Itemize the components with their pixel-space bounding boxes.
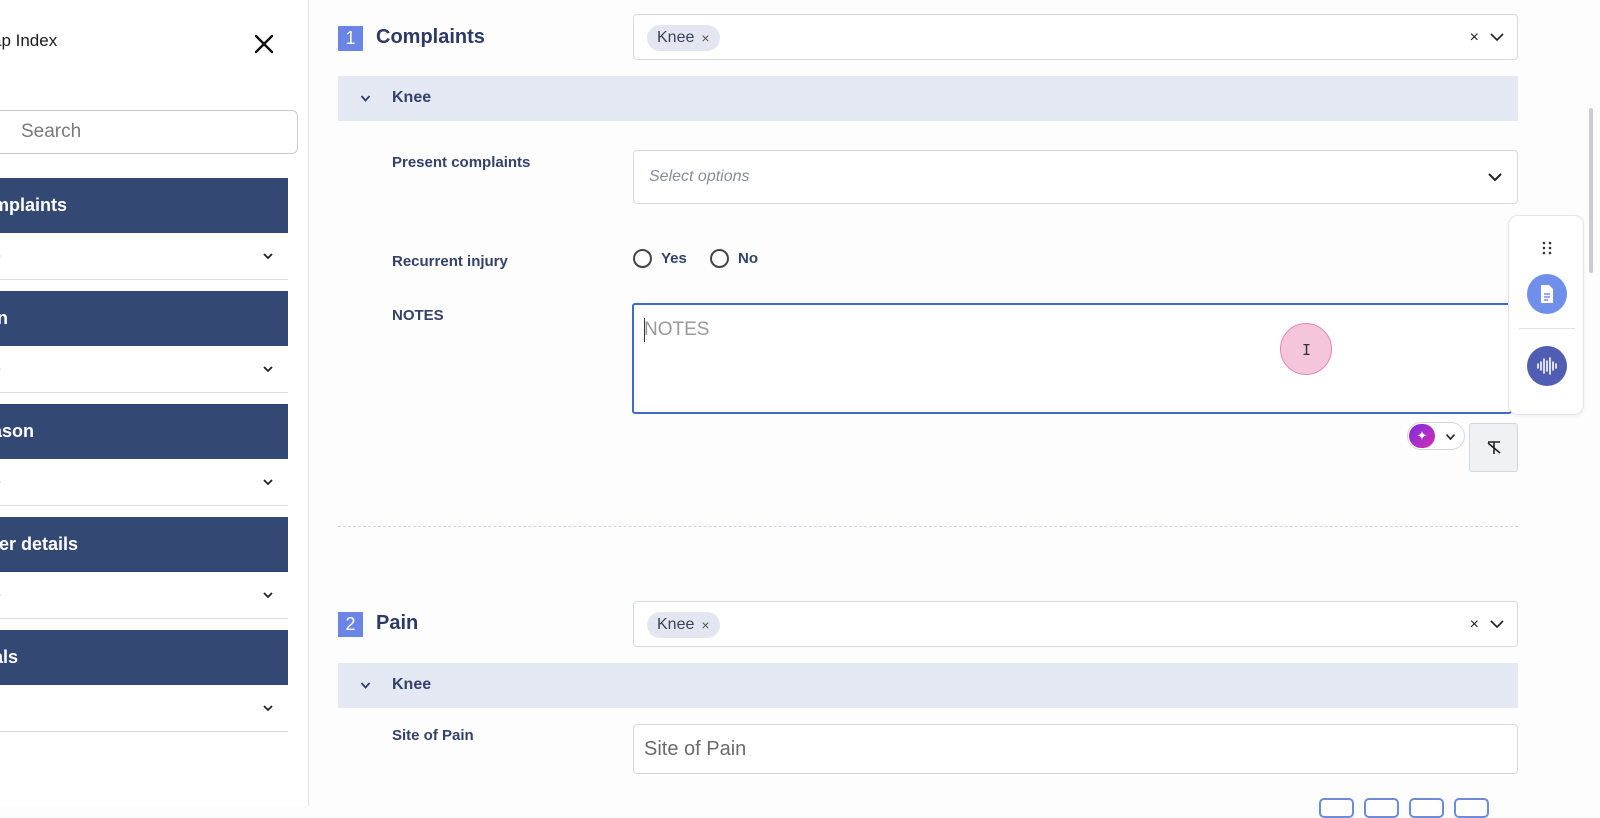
chevron-down-icon [263,253,273,260]
recurrent-injury-yes-radio[interactable]: Yes [633,249,687,268]
audio-waveform-icon [1537,357,1557,375]
chip-label: Knee [657,616,695,633]
sidebar-section-other-details[interactable]: ther details [0,517,288,572]
section-title-pain: Pain [376,612,419,634]
toolbar-divider [1519,328,1575,329]
chevron-down-icon[interactable] [1489,618,1505,630]
toolbar-mini-button[interactable] [1454,798,1489,818]
chevron-down-icon [263,705,273,712]
sidebar-section-reason[interactable]: eason [0,404,288,459]
clear-selection-icon[interactable]: × [1470,616,1479,634]
chevron-down-icon[interactable] [1489,31,1505,43]
chip-remove-icon[interactable]: × [701,617,709,633]
section-title-complaints: Complaints [376,26,485,48]
document-button[interactable] [1527,274,1567,314]
ibeam-cursor-icon: I [1302,341,1312,359]
sidebar-section-label: omplaints [0,195,68,215]
ai-assist-dropdown[interactable]: ✦ [1407,422,1465,450]
toolbar-mini-button[interactable] [1364,798,1399,818]
sparkle-icon: ✦ [1409,424,1435,448]
chevron-down-icon [1488,173,1502,182]
sidebar-section-label: ther details [0,534,79,554]
present-complaints-label: Present complaints [392,154,531,171]
present-complaints-select[interactable]: Select options [633,150,1518,204]
selected-chip-knee[interactable]: Knee × [647,612,720,638]
complaints-multiselect[interactable]: Knee × × [633,14,1518,60]
sidebar-section-label: oals [0,647,19,667]
sidebar-section-label: ain [0,308,8,329]
toolbar-mini-button[interactable] [1409,798,1444,818]
recurrent-injury-label: Recurrent injury [392,253,508,270]
selected-chip-knee[interactable]: Knee × [647,25,720,51]
sidebar-search-input[interactable] [0,110,298,154]
site-of-pain-label: Site of Pain [392,727,474,744]
notes-label: NOTES [392,307,444,324]
chevron-down-icon [263,366,273,373]
sidebar-item-other-details-knee[interactable]: ee [0,572,288,619]
sidebar-section-label: eason [0,421,35,441]
floating-action-toolbar [1508,215,1584,415]
pain-multiselect[interactable]: Knee × × [633,601,1518,647]
radio-circle[interactable] [633,249,652,268]
mouse-cursor-highlight: I [1280,323,1332,375]
section-number-badge: 1 [338,26,363,51]
sidebar-item-pain-knee[interactable]: ee [0,346,288,393]
chevron-down-icon [360,682,371,689]
sidebar-item-label: ee [0,472,1,492]
sidebar-title: ap Index [0,31,58,50]
clear-selection-icon[interactable]: × [1470,29,1479,47]
radio-circle[interactable] [710,249,729,268]
drag-handle-icon[interactable] [1539,240,1555,256]
group-label: Knee [392,676,432,693]
select-placeholder: Select options [649,168,750,185]
group-header-knee[interactable]: Knee [338,663,1518,708]
sidebar-item-label: ee [0,246,1,266]
vertical-scrollbar[interactable] [1589,108,1593,273]
close-icon[interactable] [252,32,276,56]
main-form: 1 Complaints Knee × × Knee Present compl… [310,0,1600,818]
radio-label: No [738,250,758,267]
sidebar-section-goals[interactable]: oals [0,630,288,685]
chevron-down-icon [1445,433,1456,441]
sidebar-item-reason-knee[interactable]: ee [0,459,288,506]
site-of-pain-input[interactable] [633,724,1518,774]
chip-remove-icon[interactable]: × [701,30,709,46]
sidebar-item-complaints-knee[interactable]: ee [0,233,288,280]
group-label: Knee [392,89,432,106]
radio-label: Yes [661,250,687,267]
group-header-knee[interactable]: Knee [338,76,1518,121]
sidebar-item-label: ee [0,359,1,379]
chevron-down-icon [263,479,273,486]
notes-textarea[interactable] [632,303,1512,414]
chip-label: Knee [657,29,695,46]
document-icon [1541,285,1553,303]
chevron-down-icon [263,592,273,599]
text-caret [644,318,645,342]
sidebar-item-goals[interactable] [0,685,288,732]
voice-dictation-button[interactable] [1527,346,1567,386]
chevron-down-icon [360,95,371,102]
toolbar-mini-button[interactable] [1319,798,1354,818]
recurrent-injury-no-radio[interactable]: No [710,249,758,268]
section-number-badge: 2 [338,612,363,637]
sidebar-section-complaints[interactable]: omplaints [0,178,288,233]
clear-format-icon [1486,440,1501,454]
sidebar-index-panel: ap Index omplaints ee ain ee eason ee th… [0,0,309,806]
section-divider [338,526,1518,527]
clear-formatting-button[interactable] [1469,423,1518,472]
sidebar-item-label: ee [0,585,1,605]
sidebar-section-pain[interactable]: ain [0,291,288,346]
